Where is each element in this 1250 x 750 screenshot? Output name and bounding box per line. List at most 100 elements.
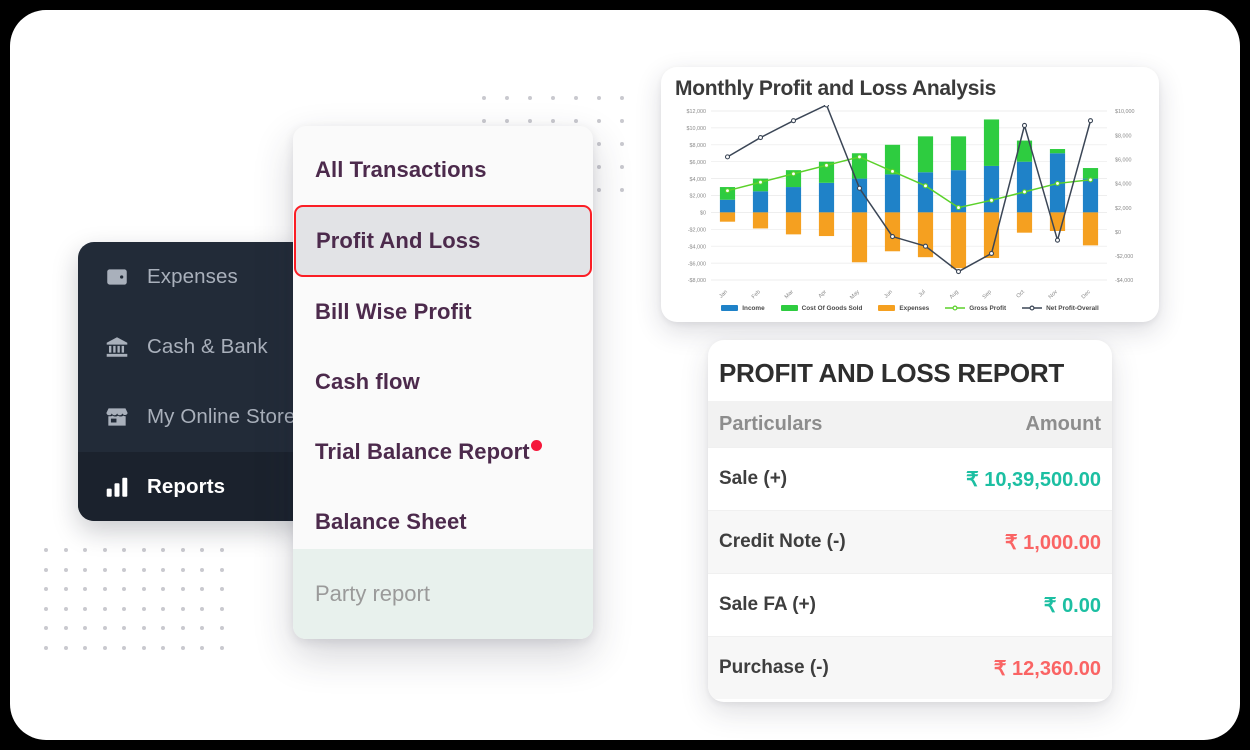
report-title: PROFIT AND LOSS REPORT — [719, 358, 1064, 388]
svg-text:$8,000: $8,000 — [1115, 133, 1132, 139]
menu-footer-label: Party report — [315, 581, 430, 606]
report-row-label: Credit Note (-) — [719, 531, 846, 552]
sidebar-item-expenses[interactable]: Expenses — [78, 242, 310, 312]
svg-text:Jun: Jun — [883, 289, 894, 300]
decorative-dot-grid-bottom — [44, 548, 239, 653]
svg-text:Oct: Oct — [1016, 289, 1027, 300]
svg-text:Mar: Mar — [784, 289, 795, 300]
menu-item-label: Bill Wise Profit — [315, 299, 472, 324]
svg-text:$6,000: $6,000 — [1115, 157, 1132, 163]
menu-item-bill-wise-profit[interactable]: Bill Wise Profit — [293, 277, 593, 347]
report-row-amount: ₹ 0.00 — [1043, 594, 1101, 617]
profit-loss-chart: $12,000 $10,000 $8,000 $6,000 $4,000 $2,000 $0… — [661, 105, 1159, 322]
svg-text:$12,000: $12,000 — [687, 109, 707, 115]
menu-item-balance-sheet[interactable]: Balance Sheet — [293, 487, 593, 557]
sidebar-item-label: My Online Store — [147, 405, 296, 428]
bar-chart-icon — [104, 474, 130, 500]
column-header-particulars: Particulars — [719, 412, 823, 435]
legend-label: Cost Of Goods Sold — [801, 304, 863, 312]
svg-text:$2,000: $2,000 — [1115, 206, 1132, 212]
legend-item: Income — [721, 304, 765, 312]
svg-text:Jan: Jan — [718, 289, 729, 300]
menu-item-label: Cash flow — [315, 369, 420, 394]
svg-text:$4,000: $4,000 — [690, 177, 707, 183]
legend-label: Net Profit-Overall — [1046, 304, 1099, 312]
storefront-icon — [104, 404, 130, 430]
menu-item-label: Balance Sheet — [315, 509, 467, 534]
svg-text:May: May — [849, 289, 861, 301]
menu-list: All Transactions Profit And Loss Bill Wi… — [293, 126, 593, 557]
legend-label: Gross Profit — [969, 304, 1007, 312]
svg-text:$0: $0 — [1115, 230, 1121, 236]
menu-item-all-transactions[interactable]: All Transactions — [293, 135, 593, 205]
svg-text:Apr: Apr — [818, 289, 828, 299]
svg-text:-$2,000: -$2,000 — [1115, 254, 1133, 260]
app-page: Expenses Cash & Bank My Online Store Rep… — [10, 10, 1240, 740]
profit-loss-report-card: PROFIT AND LOSS REPORT Particulars Amoun… — [708, 340, 1112, 702]
sidebar-item-label: Cash & Bank — [147, 335, 268, 358]
svg-text:$2,000: $2,000 — [690, 194, 707, 200]
report-row: Purchase (-) ₹ 12,360.00 — [708, 636, 1112, 699]
menu-item-party-report[interactable]: Party report — [293, 549, 593, 639]
report-row-amount: ₹ 12,360.00 — [993, 657, 1101, 680]
svg-text:$4,000: $4,000 — [1115, 182, 1132, 188]
legend-swatch-icon — [721, 305, 739, 311]
sidebar-item-my-online-store[interactable]: My Online Store — [78, 382, 310, 452]
menu-item-profit-and-loss[interactable]: Profit And Loss — [294, 205, 592, 277]
sidebar-item-label: Expenses — [147, 265, 238, 288]
menu-item-label: Trial Balance Report — [315, 439, 530, 464]
menu-item-trial-balance-report[interactable]: Trial Balance Report — [293, 417, 593, 487]
svg-text:$10,000: $10,000 — [687, 126, 707, 132]
column-header-amount: Amount — [1025, 412, 1101, 435]
report-table-body: Sale (+) ₹ 10,39,500.00 Credit Note (-) ₹ 1… — [708, 447, 1112, 699]
chart-legend: Income Cost Of Goods Sold Expenses Gross Pr… — [661, 304, 1159, 312]
report-table-header: Particulars Amount — [708, 401, 1112, 447]
svg-text:Nov: Nov — [1048, 289, 1059, 300]
legend-item: Cost Of Goods Sold — [780, 304, 863, 312]
chart-title: Monthly Profit and Loss Analysis — [675, 77, 996, 100]
svg-text:Feb: Feb — [751, 289, 762, 300]
report-row-label: Sale (+) — [719, 468, 788, 489]
legend-swatch-icon — [878, 305, 896, 311]
bank-icon — [104, 334, 130, 360]
svg-text:-$8,000: -$8,000 — [688, 278, 706, 284]
report-row: Sale (+) ₹ 10,39,500.00 — [708, 447, 1112, 510]
legend-line-icon — [1022, 305, 1043, 311]
wallet-icon — [104, 264, 130, 290]
svg-text:$6,000: $6,000 — [690, 160, 707, 166]
report-row: Sale FA (+) ₹ 0.00 — [708, 573, 1112, 636]
report-row: Credit Note (-) ₹ 1,000.00 — [708, 510, 1112, 573]
report-row-label: Sale FA (+) — [719, 594, 816, 615]
report-row-label: Purchase (-) — [719, 657, 829, 678]
svg-text:Aug: Aug — [949, 289, 960, 300]
legend-label: Income — [742, 304, 765, 312]
legend-label: Expenses — [899, 304, 930, 312]
sidebar-item-label: Reports — [147, 475, 226, 498]
svg-text:Dec: Dec — [1081, 289, 1092, 300]
svg-text:$8,000: $8,000 — [690, 143, 707, 149]
legend-item: Expenses — [878, 305, 929, 312]
menu-item-cash-flow[interactable]: Cash flow — [293, 347, 593, 417]
svg-text:Jul: Jul — [918, 289, 927, 298]
menu-item-label: Profit And Loss — [316, 228, 481, 253]
legend-item: Gross Profit — [945, 304, 1006, 312]
legend-item: Net Profit-Overall — [1022, 304, 1099, 312]
sidebar-item-reports[interactable]: Reports — [78, 452, 310, 521]
sidebar-item-cash-and-bank[interactable]: Cash & Bank — [78, 312, 310, 382]
report-row-amount: ₹ 1,000.00 — [1004, 531, 1101, 554]
chart-card: Monthly Profit and Loss Analysis $12,000… — [661, 67, 1159, 322]
legend-swatch-icon — [780, 305, 798, 311]
svg-text:-$6,000: -$6,000 — [688, 261, 706, 267]
reports-dropdown-menu: All Transactions Profit And Loss Bill Wi… — [293, 126, 593, 639]
menu-item-label: All Transactions — [315, 157, 487, 182]
notification-dot-icon — [530, 439, 542, 451]
svg-text:-$4,000: -$4,000 — [688, 244, 706, 250]
svg-text:Sep: Sep — [982, 289, 993, 300]
sidebar: Expenses Cash & Bank My Online Store Rep… — [78, 242, 310, 521]
svg-text:$10,000: $10,000 — [1115, 109, 1135, 115]
legend-line-icon — [945, 305, 966, 311]
svg-text:-$2,000: -$2,000 — [688, 228, 706, 234]
svg-text:-$4,000: -$4,000 — [1115, 278, 1133, 284]
svg-text:$0: $0 — [700, 211, 706, 217]
report-row-amount: ₹ 10,39,500.00 — [965, 468, 1101, 491]
